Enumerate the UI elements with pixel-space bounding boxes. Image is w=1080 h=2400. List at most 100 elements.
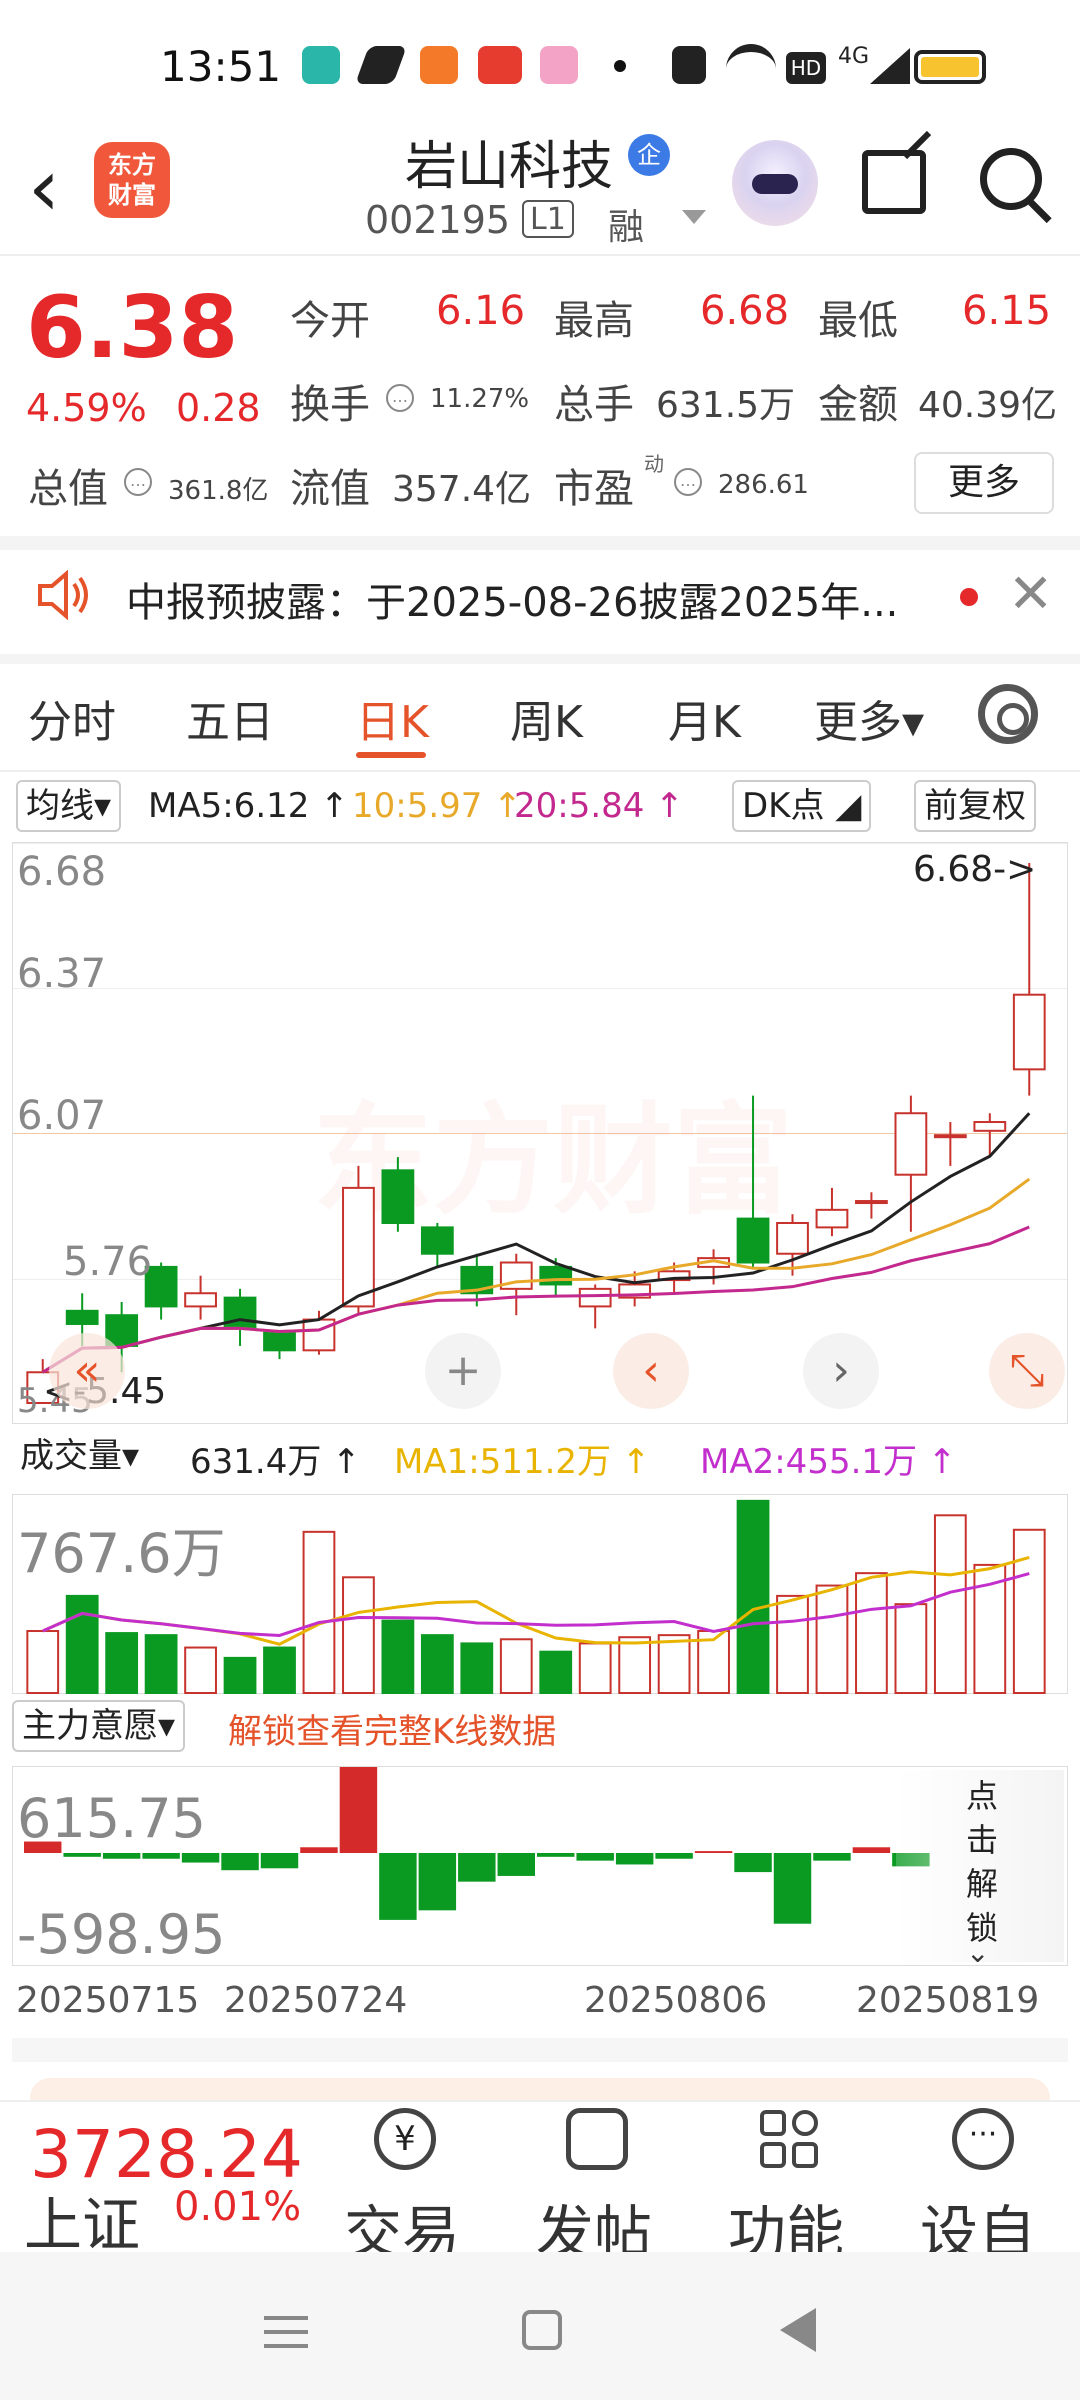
dk-point-select[interactable]: DK点 ◢ bbox=[732, 780, 872, 832]
tab-monthly-k[interactable]: 月K bbox=[668, 686, 741, 750]
zl-ybottom: -598.95 bbox=[17, 1903, 226, 1966]
amount-label: 金额 bbox=[818, 382, 898, 428]
speaker-icon bbox=[38, 570, 88, 620]
function-icon[interactable] bbox=[760, 2110, 820, 2170]
main-force-bar bbox=[497, 1853, 535, 1876]
candle bbox=[263, 1331, 296, 1352]
unlock-link[interactable]: 解锁查看完整K线数据 bbox=[228, 1704, 556, 1753]
stock-name[interactable]: 岩山科技 bbox=[405, 124, 613, 199]
assistant-avatar[interactable] bbox=[732, 140, 818, 226]
main-force-bar bbox=[260, 1853, 299, 1869]
home-icon[interactable] bbox=[522, 2310, 562, 2350]
volume-label: 总手 bbox=[554, 382, 634, 428]
turnover-value: 11.27% bbox=[430, 384, 530, 414]
volume-value: 631.4万 ↑ bbox=[190, 1442, 361, 1482]
next-icon[interactable]: › bbox=[803, 1333, 879, 1409]
signal-bars-icon bbox=[870, 48, 910, 84]
candle bbox=[381, 1169, 415, 1225]
nfc-icon bbox=[672, 46, 706, 84]
tab-weekly-k[interactable]: 周K bbox=[510, 686, 583, 750]
main-force-bar bbox=[852, 1847, 891, 1853]
candle bbox=[776, 1222, 809, 1255]
close-icon[interactable]: ✕ bbox=[1008, 562, 1053, 625]
volume-bar bbox=[184, 1646, 217, 1694]
app-logo[interactable]: 东方财富 bbox=[94, 142, 170, 218]
divider bbox=[0, 654, 1080, 664]
margin-badge: 融 bbox=[608, 207, 645, 248]
chevron-down-icon[interactable]: ⌄ bbox=[966, 1936, 989, 1969]
divider bbox=[12, 2038, 1068, 2062]
candle bbox=[855, 1200, 888, 1205]
main-force-bar bbox=[813, 1853, 851, 1861]
back-icon[interactable]: ‹ bbox=[28, 148, 60, 228]
ma5-value: MA5:6.12 ↑ bbox=[148, 786, 349, 826]
pe-label: 市盈 bbox=[554, 466, 634, 512]
hd-icon: HD bbox=[786, 52, 826, 84]
index-name[interactable]: 上证 bbox=[24, 2178, 140, 2262]
menu-icon[interactable] bbox=[264, 2316, 308, 2320]
candle bbox=[933, 1134, 967, 1139]
tab-timeshare[interactable]: 分时 bbox=[28, 686, 116, 750]
search-icon[interactable] bbox=[980, 148, 1042, 210]
index-change: 0.01% bbox=[174, 2184, 302, 2230]
zoom-in-icon[interactable]: + bbox=[425, 1333, 501, 1409]
date-label: 20250715 bbox=[16, 1980, 200, 2021]
volume-bar bbox=[302, 1530, 336, 1694]
info-icon[interactable]: … bbox=[386, 384, 414, 412]
dot-icon bbox=[614, 60, 626, 72]
more-button[interactable]: 更多 bbox=[914, 452, 1054, 514]
amount-value: 40.39亿 bbox=[918, 385, 1058, 426]
dropdown-icon[interactable] bbox=[682, 210, 706, 224]
adjust-select[interactable]: 前复权 bbox=[914, 780, 1036, 832]
float-value: 357.4亿 bbox=[392, 469, 532, 510]
candle bbox=[578, 1287, 612, 1308]
candle bbox=[184, 1292, 217, 1308]
fullscreen-icon[interactable]: ⤡ bbox=[989, 1333, 1065, 1409]
turnover-label: 换手 bbox=[290, 382, 370, 428]
notice-text[interactable]: 中报预披露：于2025-08-26披露2025年... bbox=[126, 570, 936, 628]
pe-dynamic-mark: 动 bbox=[644, 452, 664, 476]
float-label: 流值 bbox=[290, 466, 370, 512]
back-nav-icon[interactable] bbox=[780, 2308, 816, 2352]
post-icon[interactable] bbox=[566, 2108, 628, 2170]
volume-select[interactable]: 成交量▾ bbox=[12, 1432, 147, 1484]
gear-icon[interactable] bbox=[978, 684, 1038, 744]
divider bbox=[0, 770, 1080, 772]
pe-value: 286.61 bbox=[718, 470, 809, 500]
info-icon[interactable]: … bbox=[674, 468, 702, 496]
more-dots-icon[interactable]: ··· bbox=[952, 2108, 1014, 2170]
info-icon[interactable]: … bbox=[124, 468, 152, 496]
main-force-bar bbox=[576, 1853, 614, 1861]
share-icon[interactable] bbox=[862, 150, 926, 214]
trade-icon[interactable]: ¥ bbox=[374, 2108, 436, 2170]
volume-ytop: 767.6万 bbox=[17, 1522, 226, 1585]
signal-icon: 4G bbox=[838, 44, 870, 69]
volume-bar bbox=[460, 1642, 494, 1694]
volume-bar bbox=[657, 1634, 691, 1694]
high-marker: 6.68-> bbox=[913, 849, 1037, 890]
enterprise-badge-icon: 企 bbox=[628, 134, 670, 176]
kline-svg bbox=[26, 863, 1046, 1405]
scroll-left-icon[interactable]: « bbox=[49, 1333, 125, 1409]
kline-chart[interactable]: 东方财富 6.68 6.37 6.07 5.76 5.45 6.68-> <-5… bbox=[12, 842, 1068, 1424]
app-notif-icon bbox=[420, 46, 458, 84]
volume-bar bbox=[381, 1619, 415, 1694]
unlock-text[interactable]: 点击解锁 bbox=[962, 1774, 1002, 1950]
battery-icon bbox=[914, 50, 986, 84]
candle bbox=[815, 1208, 849, 1229]
app-notif-icon bbox=[540, 46, 578, 84]
ma-line bbox=[41, 1112, 1031, 1374]
prev-icon[interactable]: ‹ bbox=[613, 1333, 689, 1409]
tab-more[interactable]: 更多▾ bbox=[814, 686, 924, 750]
volume-bar bbox=[815, 1584, 849, 1694]
ma-line bbox=[41, 1177, 1031, 1374]
tab-five-day[interactable]: 五日 bbox=[186, 686, 274, 750]
volume-bar bbox=[776, 1594, 809, 1694]
system-nav-bar bbox=[0, 2252, 1080, 2400]
volume-bar bbox=[618, 1636, 652, 1694]
tab-daily-k[interactable]: 日K bbox=[356, 686, 429, 750]
ma-select[interactable]: 均线▾ bbox=[16, 780, 122, 832]
candle bbox=[65, 1309, 99, 1325]
indicator-select[interactable]: 主力意愿▾ bbox=[12, 1700, 186, 1752]
volume-chart[interactable]: 767.6万 bbox=[12, 1494, 1068, 1695]
